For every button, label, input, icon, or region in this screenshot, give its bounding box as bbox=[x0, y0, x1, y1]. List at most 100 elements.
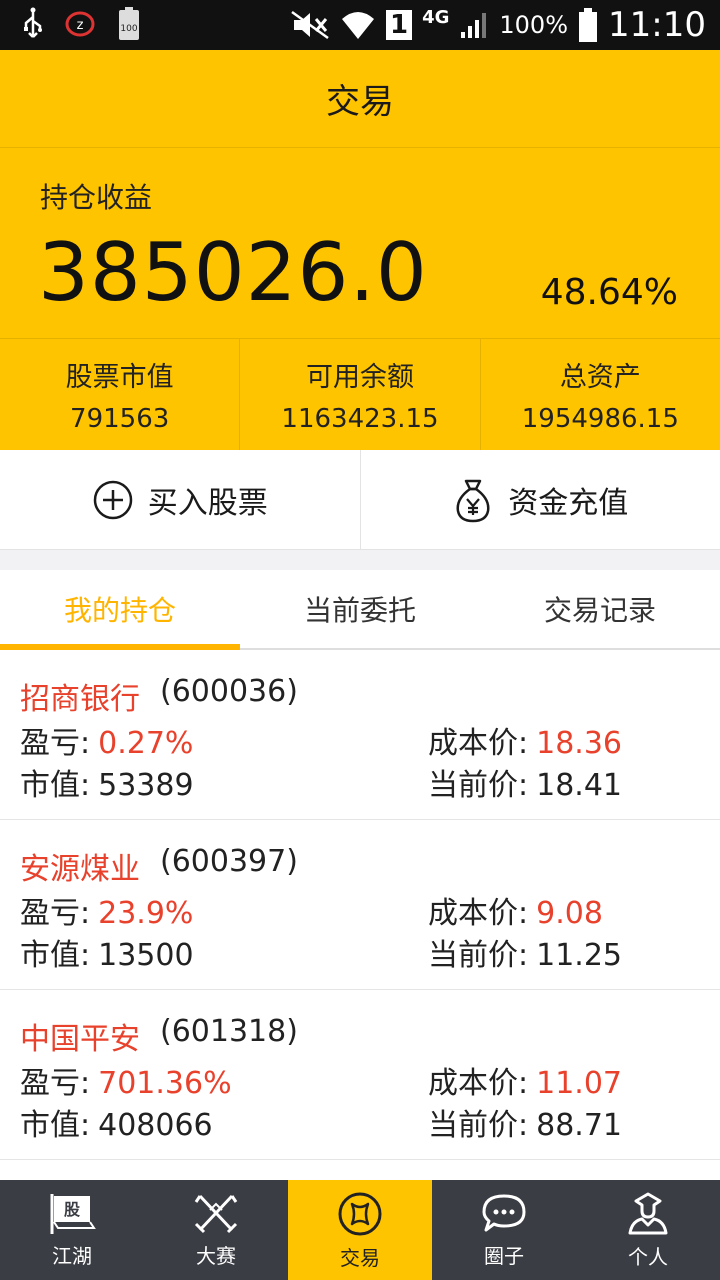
fund-deposit-button[interactable]: 资金充值 bbox=[359, 450, 720, 549]
stock-name: 招商银行 bbox=[20, 682, 140, 717]
nav-label: 个人 bbox=[628, 1244, 668, 1269]
battery-saver-icon: 100 bbox=[116, 6, 142, 42]
market-value-label: 市值: bbox=[20, 1108, 91, 1143]
stat-value: 1954986.15 bbox=[521, 404, 679, 434]
stock-code: (600036) bbox=[160, 674, 298, 709]
svg-text:z: z bbox=[77, 18, 84, 33]
chat-bubble-icon bbox=[480, 1192, 528, 1236]
nav-label: 大赛 bbox=[196, 1243, 236, 1268]
stat-available-balance: 可用余额 1163423.15 bbox=[239, 339, 479, 450]
current-price-row: 当前价: 88.71 bbox=[428, 1100, 622, 1144]
stock-code: (600397) bbox=[160, 844, 298, 879]
nav-jianghu[interactable]: 股 江湖 bbox=[0, 1180, 144, 1280]
signal-icon bbox=[459, 10, 489, 40]
bottom-navigation: 股 江湖 大赛 交易 圈子 个人 bbox=[0, 1180, 720, 1280]
current-price-value: 11.25 bbox=[536, 938, 622, 973]
nav-circle[interactable]: 圈子 bbox=[432, 1180, 576, 1280]
market-value-label: 市值: bbox=[20, 768, 91, 803]
wifi-icon bbox=[340, 9, 376, 41]
current-price-label: 当前价: bbox=[428, 768, 529, 803]
cost-price-value: 11.07 bbox=[536, 1066, 622, 1101]
nav-label: 交易 bbox=[340, 1245, 380, 1270]
nav-label: 江湖 bbox=[52, 1243, 92, 1268]
stat-total-assets: 总资产 1954986.15 bbox=[479, 339, 720, 450]
market-value-value: 408066 bbox=[98, 1108, 213, 1143]
person-icon bbox=[624, 1191, 672, 1237]
buy-stock-button[interactable]: 买入股票 bbox=[0, 450, 360, 549]
cost-price-label: 成本价: bbox=[428, 726, 529, 761]
current-price-value: 88.71 bbox=[536, 1108, 622, 1143]
current-price-row: 当前价: 18.41 bbox=[428, 760, 622, 804]
holding-profit-value: 385026.0 bbox=[38, 226, 428, 319]
holding-item[interactable]: 中国平安 (601318) 盈亏: 701.36% 成本价: 11.07 市值: 40… bbox=[0, 990, 720, 1160]
page-title: 交易 bbox=[326, 82, 394, 122]
profit-label: 盈亏: bbox=[20, 896, 91, 931]
cost-price-row: 成本价: 18.36 bbox=[428, 718, 622, 762]
profit-summary: 持仓收益 385026.0 48.64% bbox=[0, 148, 720, 338]
profit-label: 盈亏: bbox=[20, 1066, 91, 1101]
tab-my-holdings[interactable]: 我的持仓 bbox=[0, 570, 240, 650]
profit-value: 0.27% bbox=[98, 726, 194, 761]
cost-price-value: 9.08 bbox=[536, 896, 603, 931]
battery-icon bbox=[578, 7, 598, 43]
holding-item[interactable]: 安源煤业 (600397) 盈亏: 23.9% 成本价: 9.08 市值: 13500… bbox=[0, 820, 720, 990]
action-bar: 买入股票 资金充值 bbox=[0, 450, 720, 550]
cost-price-label: 成本价: bbox=[428, 1066, 529, 1101]
tab-trade-history[interactable]: 交易记录 bbox=[480, 570, 720, 648]
stat-stock-market-value: 股票市值 791563 bbox=[0, 339, 239, 450]
cost-price-row: 成本价: 9.08 bbox=[428, 888, 603, 932]
usb-icon bbox=[22, 7, 44, 41]
market-value-row: 市值: 53389 bbox=[20, 760, 194, 804]
stat-label: 股票市值 bbox=[65, 362, 174, 393]
stock-code: (601318) bbox=[160, 1014, 298, 1049]
network-type: 4G bbox=[422, 6, 450, 28]
stock-name: 安源煤业 bbox=[20, 852, 140, 887]
profit-value: 701.36% bbox=[98, 1066, 232, 1101]
profit-row: 盈亏: 0.27% bbox=[20, 718, 193, 762]
current-price-label: 当前价: bbox=[428, 938, 529, 973]
current-price-label: 当前价: bbox=[428, 1108, 529, 1143]
profit-value: 23.9% bbox=[98, 896, 194, 931]
nav-trade[interactable]: 交易 bbox=[288, 1180, 432, 1280]
profit-row: 盈亏: 23.9% bbox=[20, 888, 193, 932]
sim-indicator: 1 bbox=[385, 10, 413, 40]
stat-label: 总资产 bbox=[559, 362, 641, 393]
nav-contest[interactable]: 大赛 bbox=[144, 1180, 288, 1280]
battery-percent: 100% bbox=[499, 11, 569, 39]
status-bar: z 100 1 4G 100% 11:10 bbox=[0, 0, 720, 50]
crossed-swords-icon bbox=[192, 1192, 240, 1236]
market-value-value: 13500 bbox=[98, 938, 194, 973]
current-price-row: 当前价: 11.25 bbox=[428, 930, 622, 974]
market-value-row: 市值: 13500 bbox=[20, 930, 194, 974]
cost-price-value: 18.36 bbox=[536, 726, 622, 761]
cost-price-row: 成本价: 11.07 bbox=[428, 1058, 622, 1102]
money-bag-icon bbox=[452, 477, 494, 523]
app-header: 交易 bbox=[0, 50, 720, 148]
holding-profit-label: 持仓收益 bbox=[40, 181, 153, 214]
nav-label: 圈子 bbox=[484, 1243, 524, 1268]
market-value-row: 市值: 408066 bbox=[20, 1100, 213, 1144]
market-value-label: 市值: bbox=[20, 938, 91, 973]
stock-name: 中国平安 bbox=[20, 1022, 140, 1057]
tab-current-orders[interactable]: 当前委托 bbox=[240, 570, 480, 648]
alarm-icon: z bbox=[64, 9, 96, 39]
trade-icon bbox=[336, 1190, 384, 1238]
cost-price-label: 成本价: bbox=[428, 896, 529, 931]
plus-circle-icon bbox=[92, 479, 134, 521]
market-value-value: 53389 bbox=[98, 768, 194, 803]
profit-label: 盈亏: bbox=[20, 726, 91, 761]
svg-text:100: 100 bbox=[120, 24, 137, 34]
holding-profit-percent: 48.64% bbox=[540, 272, 678, 313]
nav-personal[interactable]: 个人 bbox=[576, 1180, 720, 1280]
holding-item[interactable]: 招商银行 (600036) 盈亏: 0.27% 成本价: 18.36 市值: 5338… bbox=[0, 650, 720, 820]
svg-text:股: 股 bbox=[64, 1200, 81, 1219]
holdings-list: 招商银行 (600036) 盈亏: 0.27% 成本价: 18.36 市值: 5338… bbox=[0, 650, 720, 1180]
stat-value: 791563 bbox=[70, 404, 170, 434]
mute-icon bbox=[290, 10, 330, 40]
asset-stats: 股票市值 791563 可用余额 1163423.15 总资产 1954986.… bbox=[0, 338, 720, 450]
clock: 11:10 bbox=[608, 5, 706, 45]
buy-stock-label: 买入股票 bbox=[147, 485, 268, 521]
tab-bar: 我的持仓 当前委托 交易记录 bbox=[0, 570, 720, 650]
stat-label: 可用余额 bbox=[305, 362, 414, 393]
fund-deposit-label: 资金充值 bbox=[508, 485, 629, 521]
